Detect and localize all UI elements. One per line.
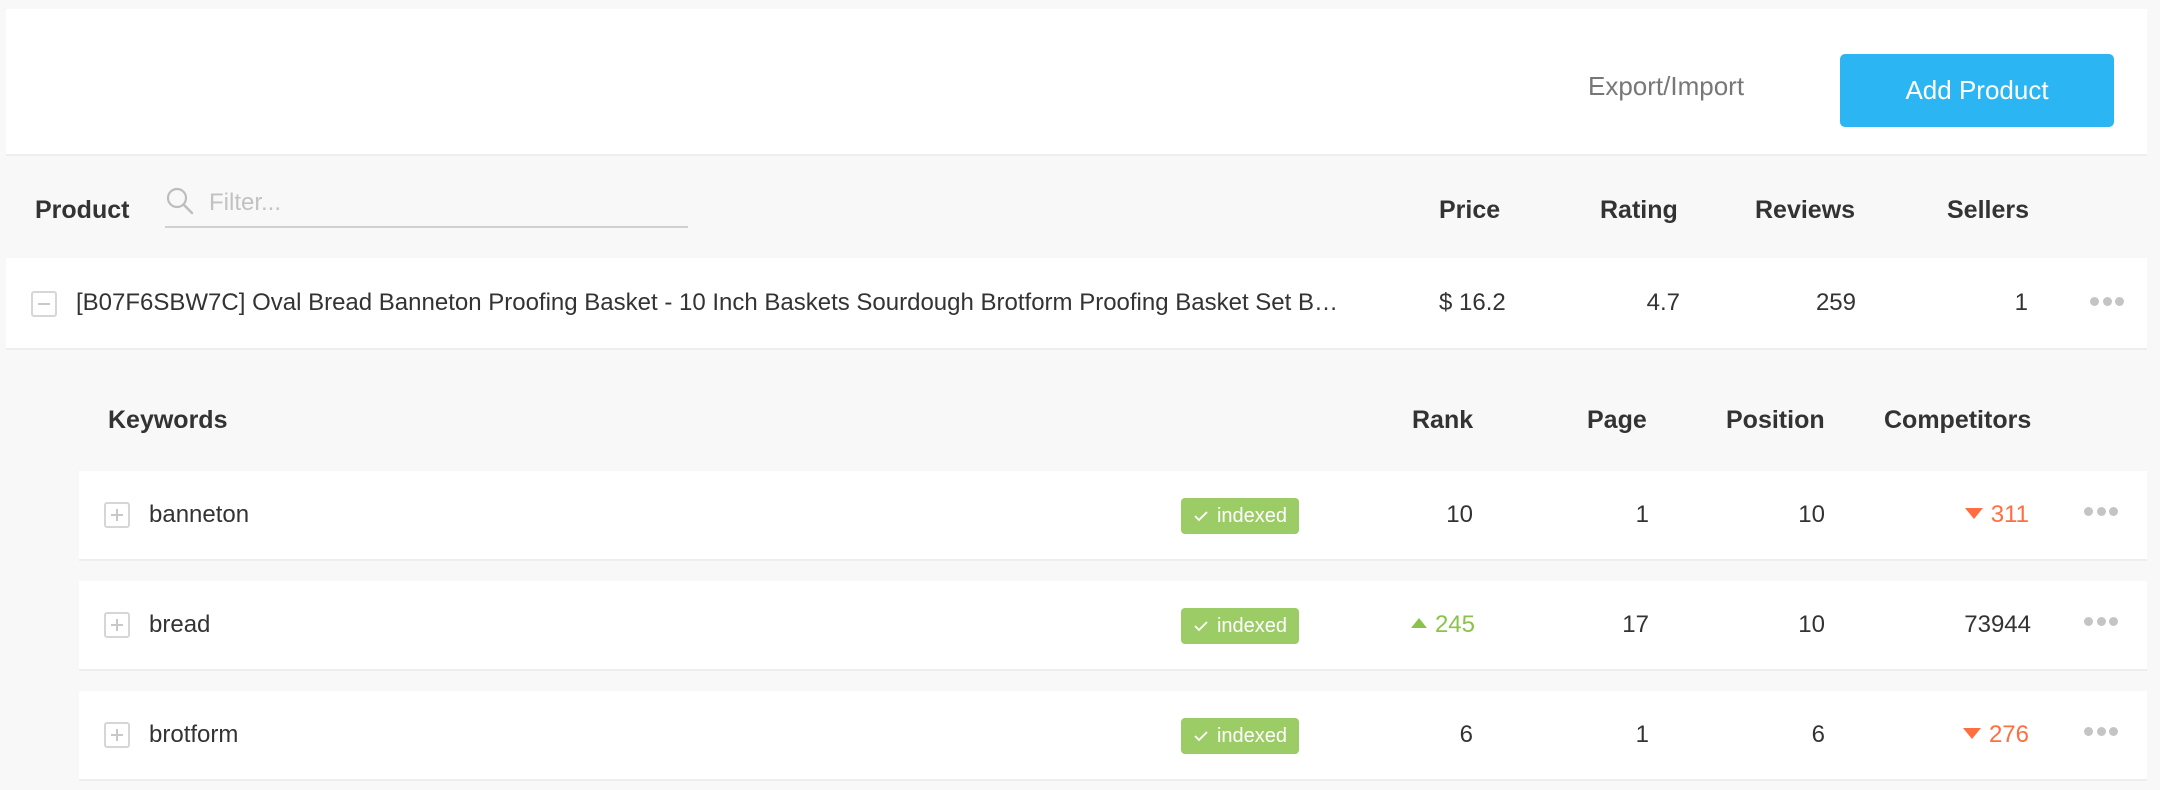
product-reviews: 259 <box>1815 289 1856 316</box>
rank-value: 245 <box>1434 611 1475 638</box>
keyword-position: 6 <box>1811 721 1825 748</box>
more-options-icon[interactable] <box>2084 725 2118 737</box>
column-header-reviews[interactable]: Reviews <box>1755 196 1855 225</box>
keyword-competitors: 73944 <box>1964 611 2031 638</box>
product-price: $ 16.2 <box>1439 289 1506 316</box>
expand-toggle-icon[interactable] <box>104 722 130 748</box>
column-header-rank[interactable]: Rank <box>1412 406 1473 435</box>
keyword-competitors: 276 <box>1929 721 2029 749</box>
expand-toggle-icon[interactable] <box>104 502 130 528</box>
filter-input[interactable] <box>209 186 679 220</box>
keyword-page: 1 <box>1635 501 1649 528</box>
keyword-text: banneton <box>149 501 250 528</box>
competitors-value: 311 <box>1990 501 2029 528</box>
product-rating: 4.7 <box>1646 289 1680 316</box>
more-options-icon[interactable] <box>2084 505 2118 517</box>
search-icon <box>166 187 194 215</box>
column-header-product[interactable]: Product <box>35 196 129 225</box>
check-icon <box>1194 511 1208 522</box>
keyword-text: brotform <box>149 721 239 748</box>
product-sellers: 1 <box>2014 289 2028 316</box>
more-options-icon[interactable] <box>2084 615 2118 627</box>
badge-label: indexed <box>1216 724 1288 747</box>
check-icon <box>1194 621 1208 632</box>
keyword-row[interactable]: banneton indexed 10 1 10 311 <box>79 471 2147 561</box>
product-row[interactable]: [B07F6SBW7C] Oval Bread Banneton Proofin… <box>6 258 2147 350</box>
keyword-row[interactable]: brotform indexed 6 1 6 276 <box>79 691 2147 781</box>
column-header-sellers[interactable]: Sellers <box>1947 196 2029 225</box>
export-import-link[interactable]: Export/Import <box>1588 71 1744 102</box>
column-header-price[interactable]: Price <box>1439 196 1500 225</box>
keyword-rank: 245 <box>1349 611 1475 639</box>
indexed-badge: indexed <box>1181 608 1299 644</box>
column-header-keywords[interactable]: Keywords <box>108 406 227 435</box>
column-header-position[interactable]: Position <box>1726 406 1825 435</box>
expand-toggle-icon[interactable] <box>104 612 130 638</box>
competitors-value: 276 <box>1988 721 2029 748</box>
toolbar: Export/Import Add Product <box>6 9 2147 156</box>
indexed-badge: indexed <box>1181 498 1299 534</box>
keyword-rank: 10 <box>1446 501 1473 528</box>
keyword-position: 10 <box>1798 501 1825 528</box>
keyword-text: bread <box>149 611 211 638</box>
column-header-page[interactable]: Page <box>1587 406 1647 435</box>
badge-label: indexed <box>1216 614 1288 637</box>
trend-down-icon <box>1964 508 1983 520</box>
keyword-row[interactable]: bread indexed 245 17 10 73944 <box>79 581 2147 671</box>
collapse-toggle-icon[interactable] <box>31 291 57 317</box>
product-filter <box>165 182 688 228</box>
trend-down-icon <box>1962 728 1981 740</box>
badge-label: indexed <box>1216 504 1288 527</box>
keyword-rank: 6 <box>1459 721 1473 748</box>
column-header-rating[interactable]: Rating <box>1600 196 1678 225</box>
add-product-button[interactable]: Add Product <box>1840 54 2114 127</box>
keyword-page: 17 <box>1622 611 1649 638</box>
trend-up-icon <box>1410 617 1427 628</box>
indexed-badge: indexed <box>1181 718 1299 754</box>
more-options-icon[interactable] <box>2090 295 2124 307</box>
keyword-page: 1 <box>1635 721 1649 748</box>
keyword-position: 10 <box>1798 611 1825 638</box>
product-title[interactable]: [B07F6SBW7C] Oval Bread Banneton Proofin… <box>76 289 1346 317</box>
column-header-competitors[interactable]: Competitors <box>1884 406 2031 435</box>
check-icon <box>1194 731 1208 742</box>
keyword-competitors: 311 <box>1929 501 2029 529</box>
